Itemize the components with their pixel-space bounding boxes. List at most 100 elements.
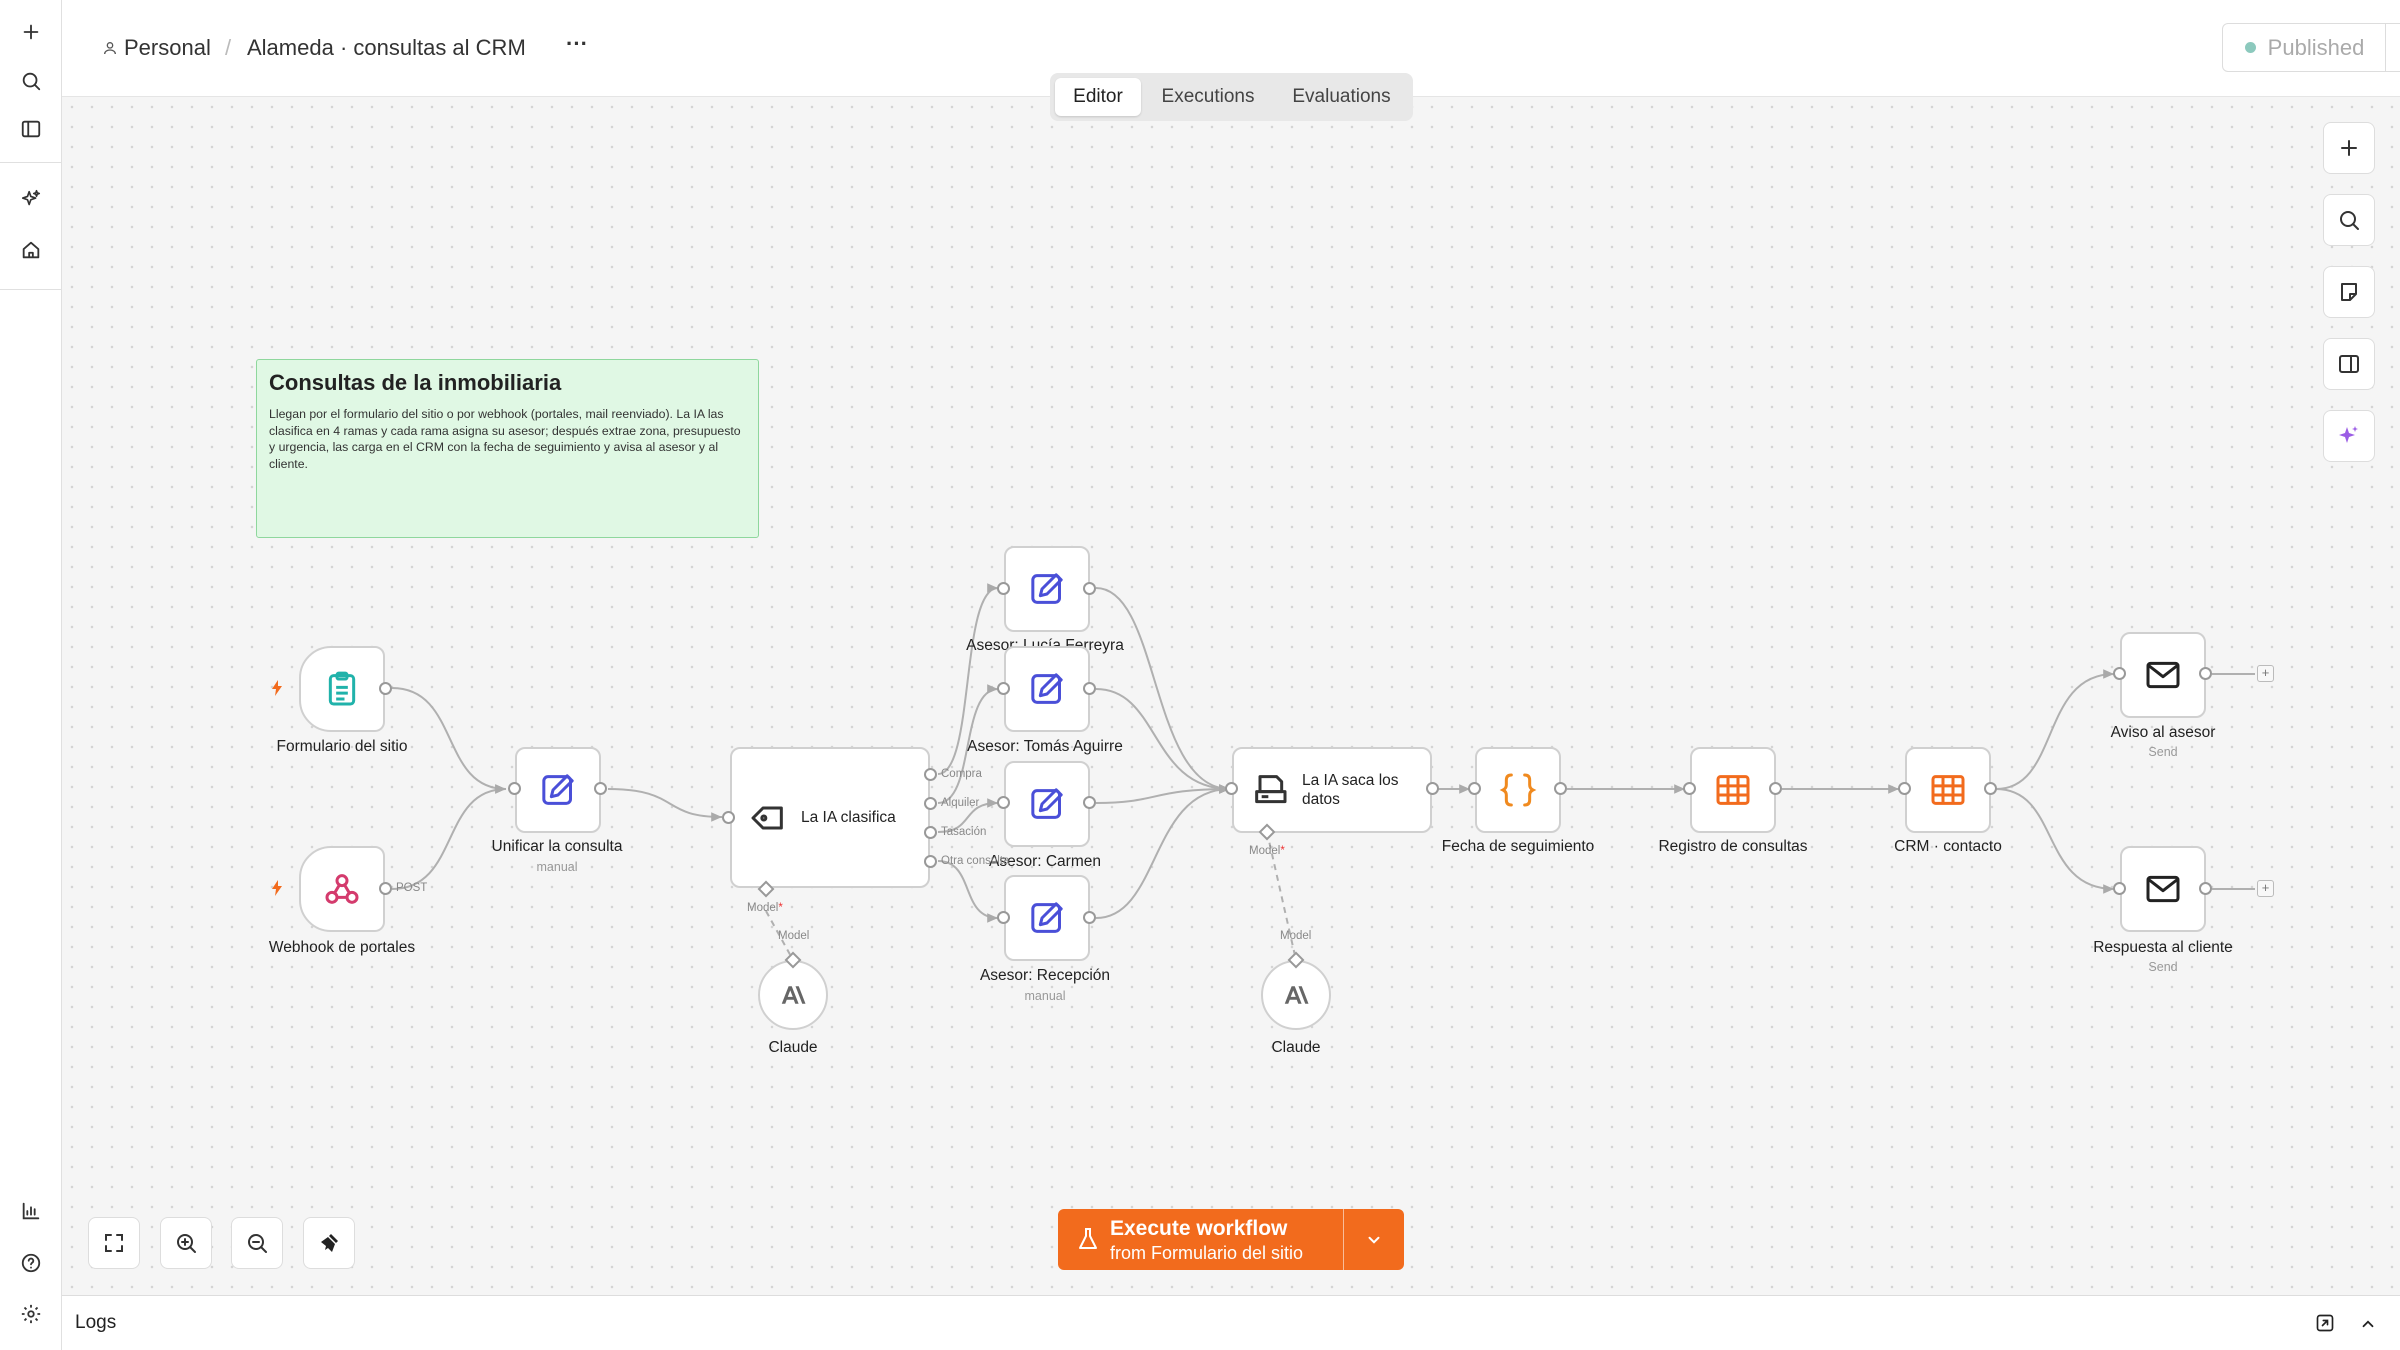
node-subtitle: manual bbox=[1024, 989, 1066, 1003]
input-port[interactable] bbox=[997, 682, 1010, 695]
node-label: Asesor: Recepción bbox=[979, 967, 1111, 984]
input-port[interactable] bbox=[997, 582, 1010, 595]
breadcrumb-separator: / bbox=[225, 35, 232, 60]
input-port[interactable] bbox=[1683, 782, 1696, 795]
search-icon[interactable] bbox=[15, 65, 47, 97]
chevron-down-icon bbox=[1368, 1236, 1380, 1244]
input-port[interactable] bbox=[2113, 882, 2126, 895]
node-registro-consultas[interactable] bbox=[1690, 747, 1776, 833]
output-port[interactable] bbox=[594, 782, 607, 795]
tidy-up-button[interactable] bbox=[303, 1217, 355, 1269]
breadcrumb-project[interactable]: Personal bbox=[124, 34, 211, 62]
add-node-plus[interactable]: + bbox=[2257, 665, 2274, 682]
port-label: Model bbox=[1280, 930, 1312, 942]
output-port[interactable] bbox=[1769, 782, 1782, 795]
node-formulario[interactable] bbox=[299, 646, 385, 732]
tab-executions[interactable]: Executions bbox=[1147, 78, 1269, 116]
input-port[interactable] bbox=[1225, 782, 1238, 795]
table-icon bbox=[1931, 775, 1965, 805]
input-port[interactable] bbox=[2113, 667, 2126, 680]
node-asesor-carmen[interactable] bbox=[1004, 761, 1090, 847]
pencil-icon bbox=[542, 774, 574, 805]
add-node-plus[interactable]: + bbox=[2257, 880, 2274, 897]
broom-icon bbox=[321, 1234, 338, 1252]
output-port[interactable] bbox=[2199, 667, 2212, 680]
output-port[interactable] bbox=[2199, 882, 2212, 895]
node-asesor-lucia[interactable] bbox=[1004, 546, 1090, 632]
node-asesor-recepcion[interactable] bbox=[1004, 875, 1090, 961]
node-unificar[interactable] bbox=[515, 747, 601, 833]
search-nodes-button[interactable] bbox=[2323, 194, 2375, 246]
view-tabs: Editor Executions Evaluations bbox=[1050, 73, 1413, 121]
output-port[interactable] bbox=[1083, 582, 1096, 595]
input-port[interactable] bbox=[997, 911, 1010, 924]
node-respuesta-cliente[interactable] bbox=[2120, 846, 2206, 932]
node-webhook[interactable] bbox=[299, 846, 385, 932]
help-icon[interactable] bbox=[15, 1247, 47, 1279]
zoom-in-button[interactable] bbox=[160, 1217, 212, 1269]
input-port[interactable] bbox=[1468, 782, 1481, 795]
workflow-canvas[interactable] bbox=[62, 97, 2400, 1295]
execute-workflow-control: Execute workflow from Formulario del sit… bbox=[1058, 1209, 1404, 1270]
pencil-icon bbox=[1031, 573, 1063, 604]
sidebar-divider bbox=[0, 162, 62, 163]
model-port-label: Model* bbox=[747, 902, 783, 914]
mail-icon bbox=[2146, 661, 2180, 689]
node-subtitle: Send bbox=[2148, 960, 2178, 974]
home-icon[interactable] bbox=[15, 234, 47, 266]
chevron-up-icon[interactable] bbox=[2359, 1315, 2377, 1338]
output-port[interactable] bbox=[1984, 782, 1997, 795]
output-port[interactable] bbox=[1554, 782, 1567, 795]
toggle-panel-button[interactable] bbox=[2323, 338, 2375, 390]
sticky-note[interactable]: Consultas de la inmobiliaria Llegan por … bbox=[256, 359, 759, 538]
node-label: Registro de consultas bbox=[1658, 838, 1808, 855]
node-asesor-tomas[interactable] bbox=[1004, 646, 1090, 732]
output-port-compra[interactable] bbox=[924, 768, 937, 781]
add-sticky-button[interactable] bbox=[2323, 266, 2375, 318]
ai-sparkle-icon[interactable] bbox=[15, 183, 47, 215]
output-port[interactable] bbox=[379, 882, 392, 895]
published-status-button[interactable]: Published bbox=[2223, 24, 2386, 71]
tab-evaluations[interactable]: Evaluations bbox=[1275, 78, 1408, 116]
workflow-name[interactable]: Alameda · consultas al CRM bbox=[247, 34, 526, 62]
input-port[interactable] bbox=[722, 811, 735, 824]
search-icon bbox=[2340, 211, 2359, 230]
output-port[interactable] bbox=[1426, 782, 1439, 795]
execute-workflow-button[interactable]: Execute workflow from Formulario del sit… bbox=[1058, 1209, 1342, 1270]
node-label: Fecha de seguimiento bbox=[1441, 838, 1595, 855]
fit-view-button[interactable] bbox=[88, 1217, 140, 1269]
node-crm-contacto[interactable] bbox=[1905, 747, 1991, 833]
tab-editor[interactable]: Editor bbox=[1055, 78, 1141, 116]
add-icon[interactable] bbox=[15, 16, 47, 48]
sidebar-toggle-icon[interactable] bbox=[15, 113, 47, 145]
more-options-button[interactable]: ··· bbox=[566, 30, 588, 58]
input-port[interactable] bbox=[997, 796, 1010, 809]
output-port[interactable] bbox=[1083, 796, 1096, 809]
pop-out-icon[interactable] bbox=[2315, 1313, 2335, 1338]
output-port[interactable] bbox=[1083, 911, 1096, 924]
node-label: CRM · contacto bbox=[1894, 838, 2002, 855]
logs-panel-bar[interactable]: Logs bbox=[62, 1295, 2400, 1350]
insights-chart-icon[interactable] bbox=[15, 1195, 47, 1227]
ai-assistant-button[interactable] bbox=[2323, 410, 2375, 462]
sticky-title: Consultas de la inmobiliaria bbox=[269, 370, 562, 395]
node-fecha-seguimiento[interactable] bbox=[1475, 747, 1561, 833]
publish-dropdown-button[interactable] bbox=[2385, 24, 2400, 71]
zoom-out-button[interactable] bbox=[231, 1217, 283, 1269]
add-node-button[interactable] bbox=[2323, 122, 2375, 174]
input-port[interactable] bbox=[508, 782, 521, 795]
output-port[interactable] bbox=[379, 682, 392, 695]
node-claude-2[interactable] bbox=[1261, 960, 1331, 1030]
execute-dropdown-button[interactable] bbox=[1343, 1209, 1404, 1270]
output-port-otra[interactable] bbox=[924, 855, 937, 868]
node-aviso-asesor[interactable] bbox=[2120, 632, 2206, 718]
node-claude-1[interactable] bbox=[758, 960, 828, 1030]
left-sidebar bbox=[0, 0, 62, 1350]
output-port[interactable] bbox=[1083, 682, 1096, 695]
settings-gear-icon[interactable] bbox=[15, 1298, 47, 1330]
output-port-alquiler[interactable] bbox=[924, 797, 937, 810]
output-port-tasacion[interactable] bbox=[924, 826, 937, 839]
input-port[interactable] bbox=[1898, 782, 1911, 795]
fullscreen-icon bbox=[105, 1234, 123, 1252]
ai-sparkle-icon bbox=[2339, 426, 2358, 443]
